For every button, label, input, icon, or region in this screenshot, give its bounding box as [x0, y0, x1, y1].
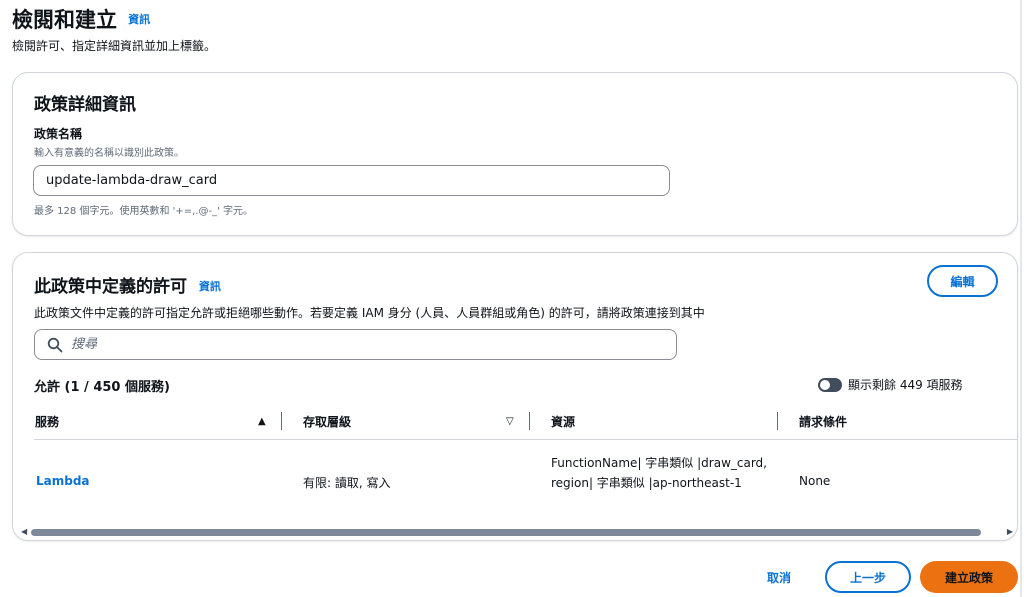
page-description: 檢閱許可、指定詳細資訊並加上標籤。: [12, 39, 217, 53]
row-request-condition: None: [799, 474, 831, 488]
permissions-title-row: 此政策中定義的許可 資訊: [34, 272, 221, 297]
permissions-title: 此政策中定義的許可: [34, 277, 187, 297]
policy-name-input[interactable]: [33, 165, 670, 196]
page-title: 檢閱和建立: [12, 8, 117, 32]
toggle-label: 顯示剩餘 449 項服務: [848, 378, 963, 392]
row-service-link[interactable]: Lambda: [36, 474, 90, 488]
allow-heading: 允許 (1 / 450 個服務): [34, 380, 170, 395]
toggle-knob: [820, 379, 830, 390]
scroll-right-icon[interactable]: ▶: [1007, 527, 1013, 536]
column-header-access-level[interactable]: 存取層級: [303, 413, 351, 430]
column-header-resource[interactable]: 資源: [551, 413, 575, 430]
policy-name-constraint: 最多 128 個字元。使用英數和 '+=,.@-_' 字元。: [34, 206, 254, 217]
create-policy-button[interactable]: 建立政策: [920, 561, 1018, 593]
edit-button[interactable]: 編輯: [927, 265, 998, 297]
page-header: 檢閱和建立 資訊: [12, 4, 150, 34]
row-access-level: 有限: 讀取, 寫入: [303, 476, 391, 490]
toggle-switch[interactable]: [818, 377, 842, 392]
column-header-service[interactable]: 服務: [35, 413, 59, 430]
sort-ascending-icon[interactable]: ▲: [258, 416, 266, 427]
column-header-request-condition[interactable]: 請求條件: [799, 413, 847, 430]
search-icon: [47, 337, 63, 353]
column-divider[interactable]: [529, 412, 530, 430]
cancel-button[interactable]: 取消: [767, 569, 791, 586]
column-divider[interactable]: [777, 412, 778, 430]
page-info-link[interactable]: 資訊: [128, 13, 150, 26]
row-resource: FunctionName| 字串類似 |draw_card, region| 字…: [551, 456, 767, 490]
policy-details-title: 政策詳細資訊: [34, 95, 136, 115]
policy-name-label: 政策名稱: [34, 127, 83, 141]
horizontal-scrollbar[interactable]: ◀ ▶: [21, 527, 1013, 537]
sort-descending-icon[interactable]: ▽: [506, 416, 514, 427]
policy-name-hint: 輸入有意義的名稱以識別此政策。: [34, 148, 184, 159]
policy-details-panel: 政策詳細資訊 政策名稱 輸入有意義的名稱以識別此政策。 最多 128 個字元。使…: [12, 72, 1018, 236]
previous-button[interactable]: 上一步: [825, 561, 911, 593]
permissions-info-link[interactable]: 資訊: [199, 280, 221, 293]
search-box[interactable]: [34, 329, 677, 360]
scroll-left-icon[interactable]: ◀: [21, 527, 27, 536]
permissions-panel: 此政策中定義的許可 資訊 編輯 此政策文件中定義的許可指定允許或拒絕哪些動作。若…: [12, 252, 1018, 541]
column-divider[interactable]: [281, 412, 282, 430]
scrollbar-thumb[interactable]: [31, 529, 981, 536]
vertical-scrollbar[interactable]: [1020, 0, 1022, 597]
permissions-description: 此政策文件中定義的許可指定允許或拒絕哪些動作。若要定義 IAM 身分 (人員、人…: [34, 306, 705, 320]
search-input[interactable]: [71, 331, 661, 358]
table-header-divider: [34, 439, 1017, 440]
show-remaining-toggle[interactable]: 顯示剩餘 449 項服務: [818, 376, 963, 393]
